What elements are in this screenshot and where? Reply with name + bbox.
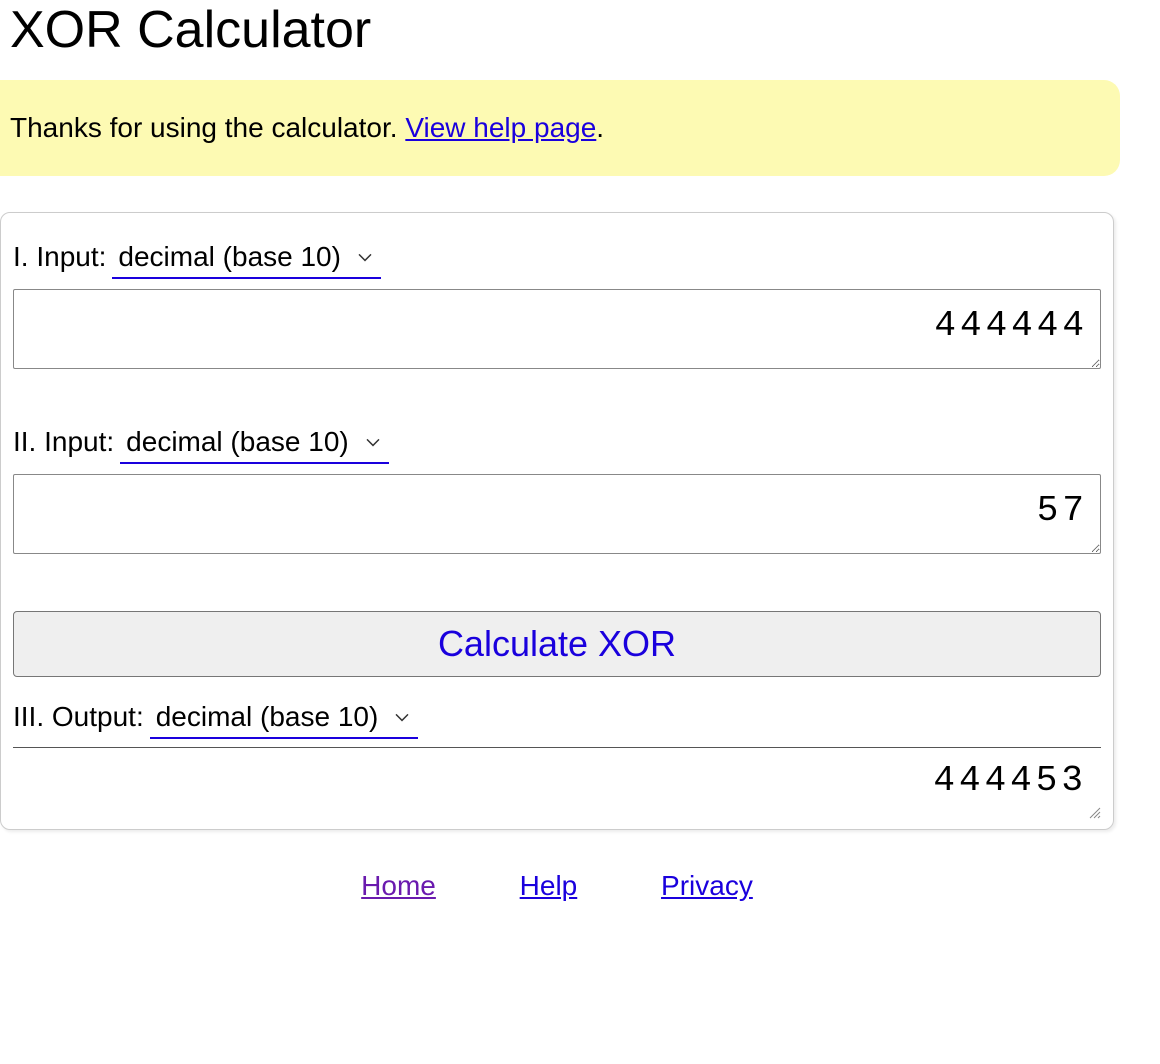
output-label: III. Output:: [13, 701, 144, 733]
footer-privacy-link[interactable]: Privacy: [661, 870, 753, 901]
input2-base-select[interactable]: decimal (base 10): [120, 426, 389, 464]
input1-field[interactable]: [13, 289, 1101, 369]
calculator-panel: I. Input: decimal (base 10) II. Input: d…: [0, 212, 1114, 830]
input2-field[interactable]: [13, 474, 1101, 554]
notice-suffix: .: [596, 112, 604, 143]
input2-base-value: decimal (base 10): [126, 426, 349, 457]
input1-base-value: decimal (base 10): [118, 241, 341, 272]
output-value: 444453: [933, 760, 1087, 801]
chevron-down-icon: [365, 434, 381, 450]
output-base-select[interactable]: decimal (base 10): [150, 701, 419, 739]
chevron-down-icon: [394, 709, 410, 725]
input1-base-select[interactable]: decimal (base 10): [112, 241, 381, 279]
notice-banner: Thanks for using the calculator. View he…: [0, 80, 1120, 176]
notice-text: Thanks for using the calculator.: [10, 112, 405, 143]
output-value-container: 444453: [13, 760, 1101, 801]
output-base-value: decimal (base 10): [156, 701, 379, 732]
calculate-button[interactable]: Calculate XOR: [13, 611, 1101, 677]
footer-home-link[interactable]: Home: [361, 870, 436, 901]
input2-section: II. Input: decimal (base 10): [13, 426, 1101, 561]
help-link[interactable]: View help page: [405, 112, 596, 143]
input2-label: II. Input:: [13, 426, 114, 458]
resize-handle-icon[interactable]: [1087, 805, 1101, 819]
footer-help-link[interactable]: Help: [520, 870, 578, 901]
output-section: III. Output: decimal (base 10) 444453: [13, 701, 1101, 801]
footer-nav: Home Help Privacy: [0, 830, 1114, 942]
chevron-down-icon: [357, 249, 373, 265]
page-title: XOR Calculator: [0, 0, 1160, 80]
input1-section: I. Input: decimal (base 10): [13, 241, 1101, 376]
input1-label: I. Input:: [13, 241, 106, 273]
